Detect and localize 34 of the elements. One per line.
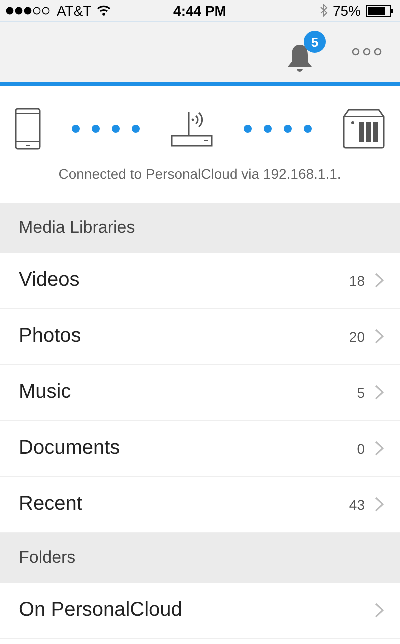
storage-device-icon [343, 108, 385, 148]
section-header: Media Libraries [0, 203, 400, 253]
item-count: 18 [349, 272, 365, 288]
notification-count: 5 [304, 31, 326, 53]
clock-time: 4:44 PM [174, 2, 226, 18]
row-label: Photos [19, 325, 82, 348]
chevron-icon [375, 441, 384, 456]
chevron-icon [375, 329, 384, 344]
row-label: Videos [19, 269, 81, 292]
connection-status-text: Connected to PersonalCloud via 192.168.1.1. [58, 166, 342, 182]
chevron-icon [375, 273, 384, 288]
router-icon [171, 110, 213, 148]
item-count: 5 [357, 384, 365, 400]
signal-icon [6, 6, 52, 14]
connection-dots-icon [71, 124, 141, 134]
chevron-icon [375, 603, 384, 618]
battery-percent: 75% [332, 2, 362, 18]
bluetooth-icon [320, 4, 328, 17]
item-count: 0 [357, 440, 365, 456]
item-count: 20 [349, 328, 365, 344]
carrier-name: AT&T [57, 2, 92, 18]
connection-dots-icon [243, 124, 313, 134]
row-label: Recent [19, 493, 84, 516]
row-label: On PersonalCloud [19, 599, 184, 622]
wifi-icon [96, 5, 111, 16]
row-label: Documents [19, 437, 122, 460]
chevron-icon [375, 497, 384, 512]
battery-icon [366, 4, 394, 16]
section-header: Folders [0, 533, 400, 583]
item-count: 43 [349, 496, 365, 512]
phone-icon [15, 108, 41, 150]
row-label: Music [19, 381, 72, 404]
more-icon[interactable] [352, 48, 382, 56]
chevron-icon [375, 385, 384, 400]
